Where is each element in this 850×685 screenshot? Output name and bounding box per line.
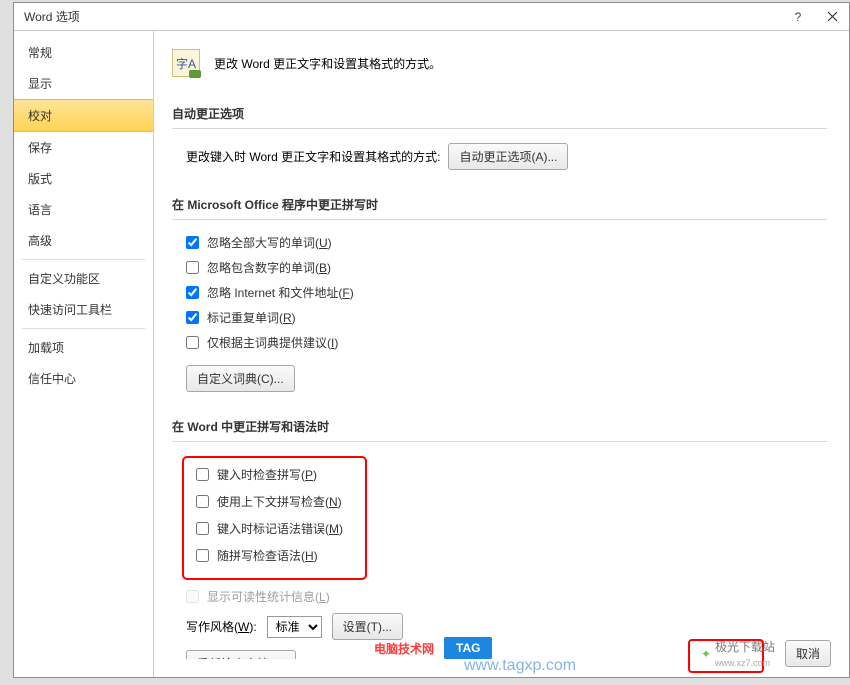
check-spell-as-type[interactable]	[196, 468, 209, 481]
section-autocorrect-header: 自动更正选项	[172, 99, 827, 129]
sidebar-separator	[22, 259, 145, 260]
proofing-icon: 字A	[172, 49, 200, 77]
section-autocorrect-body: 更改键入时 Word 更正文字和设置其格式的方式: 自动更正选项(A)...	[172, 143, 827, 170]
section-office-spelling-body: 忽略全部大写的单词(U) 忽略包含数字的单词(B) 忽略 Internet 和文…	[172, 234, 827, 392]
section-word-spelling-header: 在 Word 中更正拼写和语法时	[172, 412, 827, 442]
sidebar-item-general[interactable]: 常规	[14, 37, 153, 68]
close-icon	[827, 11, 838, 22]
recheck-document-button[interactable]: 重新检查文档(K)	[186, 650, 296, 659]
page-subtitle: 更改 Word 更正文字和设置其格式的方式。	[214, 55, 441, 72]
titlebar: Word 选项 ?	[14, 3, 849, 31]
section-office-spelling-header: 在 Microsoft Office 程序中更正拼写时	[172, 190, 827, 220]
check-mark-repeated-label: 标记重复单词(R)	[207, 309, 296, 326]
sidebar-item-advanced[interactable]: 高级	[14, 225, 153, 256]
autocorrect-desc: 更改键入时 Word 更正文字和设置其格式的方式:	[186, 148, 440, 165]
sidebar-item-language[interactable]: 语言	[14, 194, 153, 225]
check-grammar-as-type[interactable]	[196, 522, 209, 535]
settings-button[interactable]: 设置(T)...	[332, 613, 403, 640]
close-button[interactable]	[815, 3, 849, 31]
writing-style-select[interactable]: 标准	[267, 616, 322, 638]
main-scroll[interactable]: 字A 更改 Word 更正文字和设置其格式的方式。 自动更正选项 更改键入时 W…	[172, 49, 831, 659]
check-mark-repeated[interactable]	[186, 311, 199, 324]
check-grammar-with-spelling[interactable]	[196, 549, 209, 562]
check-spell-as-type-label: 键入时检查拼写(P)	[217, 466, 317, 483]
check-readability-stats	[186, 590, 199, 603]
small-watermark: ✦ 极光下载站 www.xz7.com	[701, 638, 775, 669]
sidebar-item-display[interactable]: 显示	[14, 68, 153, 99]
word-options-dialog: Word 选项 ? 常规 显示 校对 保存 版式 语言 高级 自定义功能区 快速…	[13, 2, 850, 678]
page-header: 字A 更改 Word 更正文字和设置其格式的方式。	[172, 49, 827, 77]
section-word-spelling-body: 键入时检查拼写(P) 使用上下文拼写检查(N) 键入时标记语法错误(M) 随拼写…	[172, 456, 827, 659]
check-grammar-as-type-label: 键入时标记语法错误(M)	[217, 520, 343, 537]
check-main-dict-only-label: 仅根据主词典提供建议(I)	[207, 334, 338, 351]
highlighted-options-box: 键入时检查拼写(P) 使用上下文拼写检查(N) 键入时标记语法错误(M) 随拼写…	[182, 456, 367, 580]
autocorrect-options-button[interactable]: 自动更正选项(A)...	[448, 143, 568, 170]
check-ignore-uppercase-label: 忽略全部大写的单词(U)	[207, 234, 332, 251]
help-button[interactable]: ?	[781, 3, 815, 31]
check-ignore-uppercase[interactable]	[186, 236, 199, 249]
custom-dictionaries-button[interactable]: 自定义词典(C)...	[186, 365, 295, 392]
sidebar: 常规 显示 校对 保存 版式 语言 高级 自定义功能区 快速访问工具栏 加载项 …	[14, 31, 154, 677]
check-ignore-numbers-label: 忽略包含数字的单词(B)	[207, 259, 331, 276]
check-readability-stats-label: 显示可读性统计信息(L)	[207, 588, 330, 605]
check-ignore-numbers[interactable]	[186, 261, 199, 274]
main-panel: 字A 更改 Word 更正文字和设置其格式的方式。 自动更正选项 更改键入时 W…	[154, 31, 849, 677]
check-ignore-internet-label: 忽略 Internet 和文件地址(F)	[207, 284, 354, 301]
sidebar-item-save[interactable]: 保存	[14, 132, 153, 163]
check-grammar-with-spelling-label: 随拼写检查语法(H)	[217, 547, 318, 564]
star-icon: ✦	[701, 647, 711, 661]
sidebar-item-addins[interactable]: 加载项	[14, 332, 153, 363]
dialog-title: Word 选项	[24, 8, 781, 25]
check-contextual-spelling-label: 使用上下文拼写检查(N)	[217, 493, 342, 510]
sidebar-item-quick-access[interactable]: 快速访问工具栏	[14, 294, 153, 325]
content-area: 常规 显示 校对 保存 版式 语言 高级 自定义功能区 快速访问工具栏 加载项 …	[14, 31, 849, 677]
check-contextual-spelling[interactable]	[196, 495, 209, 508]
watermark-url: www.tagxp.com	[464, 657, 576, 675]
sidebar-item-trust-center[interactable]: 信任中心	[14, 363, 153, 394]
dialog-footer: ✦ 极光下载站 www.xz7.com 取消	[701, 638, 831, 669]
check-main-dict-only[interactable]	[186, 336, 199, 349]
cancel-button[interactable]: 取消	[785, 640, 831, 667]
check-ignore-internet[interactable]	[186, 286, 199, 299]
sidebar-item-customize-ribbon[interactable]: 自定义功能区	[14, 263, 153, 294]
sidebar-item-proofing[interactable]: 校对	[14, 99, 153, 132]
sidebar-separator	[22, 328, 145, 329]
sidebar-item-layout[interactable]: 版式	[14, 163, 153, 194]
writing-style-label: 写作风格(W):	[186, 618, 257, 635]
